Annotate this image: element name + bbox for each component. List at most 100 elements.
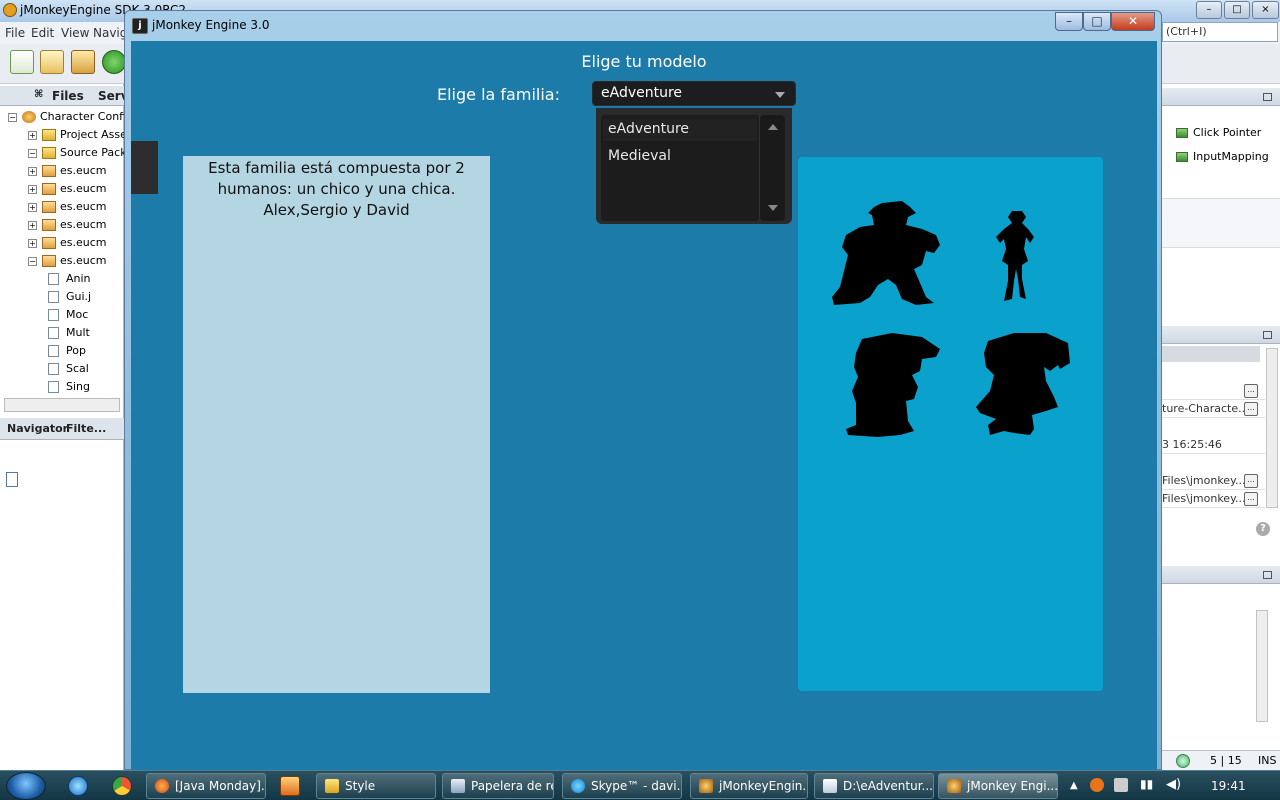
start-button[interactable] — [6, 772, 46, 800]
taskbar-button[interactable]: Skype™ - davi... — [562, 773, 682, 799]
tree-item[interactable]: + es.eucm — [0, 162, 124, 180]
tree-expand-icon[interactable]: + — [28, 203, 37, 212]
menu-view[interactable]: View — [61, 26, 89, 40]
chevron-down-icon[interactable] — [775, 92, 785, 98]
family-description: Esta familia está compuesta por 2 humano… — [183, 158, 490, 221]
tree-item[interactable]: Scal — [0, 360, 124, 378]
jmonkey-icon — [947, 779, 961, 793]
property-edit-button[interactable]: ... — [1244, 402, 1258, 416]
tree-item[interactable]: − Character Confi — [0, 108, 126, 126]
tree-item[interactable]: Anin — [0, 270, 124, 288]
tree-item[interactable]: + es.eucm — [0, 198, 124, 216]
male-adult-silhouette[interactable] — [830, 199, 942, 307]
female-child-silhouette[interactable] — [974, 331, 1074, 439]
tab-filters[interactable]: Filte... — [66, 422, 106, 435]
side-panel-handle[interactable] — [131, 141, 158, 194]
jmonkey-window-icon: j — [132, 18, 148, 34]
taskbar-button[interactable]: Papelera de re... — [442, 773, 554, 799]
media-player-icon[interactable] — [280, 776, 300, 796]
close-tab-icon[interactable]: ⌘ — [34, 89, 43, 100]
device-icon[interactable] — [1114, 778, 1128, 792]
female-adult-silhouette[interactable] — [988, 209, 1046, 303]
property-edit-button[interactable]: ... — [1244, 474, 1258, 488]
caret-position: 5 | 15 — [1210, 754, 1242, 767]
properties-scrollbar[interactable] — [1266, 348, 1278, 508]
property-edit-button[interactable]: ... — [1244, 492, 1258, 506]
tree-item[interactable]: − es.eucm — [0, 252, 124, 270]
property-edit-button[interactable]: ... — [1244, 384, 1258, 398]
java-file-icon — [48, 345, 59, 357]
download-icon[interactable] — [102, 50, 126, 74]
tree-item[interactable]: + Project Asse — [0, 126, 127, 144]
ide-close-button[interactable]: × — [1252, 1, 1279, 19]
menu-file[interactable]: File — [5, 26, 25, 40]
palette-header — [1160, 88, 1280, 106]
option-medieval[interactable]: Medieval — [608, 148, 671, 164]
chrome-icon[interactable] — [112, 776, 132, 796]
minimize-panel-icon[interactable] — [1263, 93, 1272, 101]
jme-close-button[interactable]: ✕ — [1111, 12, 1155, 31]
game-canvas: Elige tu modelo Elige la familia: eAdven… — [131, 41, 1157, 771]
system-tray: ▲ ▮▮ ◀) — [1062, 771, 1280, 800]
tree-item[interactable]: Sing — [0, 378, 124, 396]
tree-item[interactable]: Pop — [0, 342, 124, 360]
tree-item[interactable]: + es.eucm — [0, 234, 124, 252]
option-eadventure[interactable]: eAdventure — [608, 121, 689, 137]
tree-expand-icon[interactable]: − — [28, 257, 37, 266]
tray-app-icon[interactable] — [1090, 778, 1104, 792]
jme-minimize-button[interactable]: – — [1055, 12, 1083, 31]
internet-explorer-icon[interactable] — [68, 776, 88, 796]
help-icon[interactable]: ? — [1256, 522, 1270, 536]
menu-navigate[interactable]: Navig — [93, 26, 127, 40]
tree-item[interactable]: + es.eucm — [0, 216, 124, 234]
right-side-panels: Click Pointer InputMapping ... ture-Char… — [1160, 84, 1280, 770]
tree-item[interactable]: Moc — [0, 306, 124, 324]
tree-expand-icon[interactable]: + — [28, 185, 37, 194]
scroll-up-icon[interactable] — [768, 124, 778, 130]
open-project-icon[interactable] — [71, 50, 95, 74]
menu-edit[interactable]: Edit — [31, 26, 54, 40]
male-child-silhouette[interactable] — [842, 331, 942, 439]
tree-expand-icon[interactable]: + — [28, 167, 37, 176]
tab-navigator[interactable]: Navigator — [7, 422, 68, 435]
taskbar-button[interactable]: D:\eAdventur... — [814, 773, 934, 799]
notification-icon[interactable] — [1176, 754, 1190, 768]
tree-expand-icon[interactable]: + — [28, 221, 37, 230]
tree-horizontal-scrollbar[interactable] — [4, 398, 120, 412]
family-dropdown[interactable]: eAdventure — [592, 81, 796, 106]
minimize-panel-icon[interactable] — [1263, 331, 1272, 339]
jme-maximize-button[interactable]: □ — [1083, 12, 1111, 31]
package-icon — [42, 201, 56, 213]
taskbar-button[interactable]: [Java Monday]... — [146, 773, 266, 799]
tree-expand-icon[interactable]: + — [28, 131, 37, 140]
new-file-icon[interactable] — [10, 50, 34, 74]
minimize-panel-icon[interactable] — [1263, 571, 1272, 579]
ide-search-input[interactable]: (Ctrl+I) — [1162, 22, 1278, 42]
ide-minimize-button[interactable]: – — [1196, 1, 1222, 19]
ide-maximize-button[interactable]: □ — [1224, 1, 1250, 19]
notepad-icon — [823, 779, 837, 793]
volume-icon[interactable]: ◀) — [1166, 777, 1181, 792]
dropdown-scrollbar[interactable] — [759, 115, 785, 221]
property-row: ture-Characte...... — [1160, 400, 1265, 418]
scroll-down-icon[interactable] — [768, 205, 778, 211]
tree-item[interactable]: Mult — [0, 324, 124, 342]
tree-expand-icon[interactable]: − — [28, 149, 37, 158]
network-icon[interactable]: ▮▮ — [1140, 777, 1153, 791]
tree-expand-icon[interactable]: − — [8, 113, 17, 122]
property-row: 3 16:25:46 — [1160, 436, 1265, 454]
tree-item[interactable]: − Source Pack — [0, 144, 127, 162]
taskbar-button[interactable]: Style — [316, 773, 436, 799]
output-scrollbar[interactable] — [1256, 610, 1268, 722]
tree-item[interactable]: Gui.j — [0, 288, 124, 306]
new-project-icon[interactable] — [40, 50, 64, 74]
tree-item[interactable]: + es.eucm — [0, 180, 124, 198]
firefox-icon — [155, 779, 169, 793]
tree-expand-icon[interactable]: + — [28, 239, 37, 248]
taskbar-clock[interactable]: 19:41 — [1211, 779, 1246, 793]
tab-files[interactable]: Files — [52, 89, 84, 103]
show-hidden-icons[interactable]: ▲ — [1070, 780, 1078, 791]
taskbar-button-label: jMonkeyEngin... — [719, 779, 808, 793]
taskbar-button[interactable]: jMonkey Engi... — [938, 773, 1058, 799]
taskbar-button[interactable]: jMonkeyEngin... — [690, 773, 808, 799]
